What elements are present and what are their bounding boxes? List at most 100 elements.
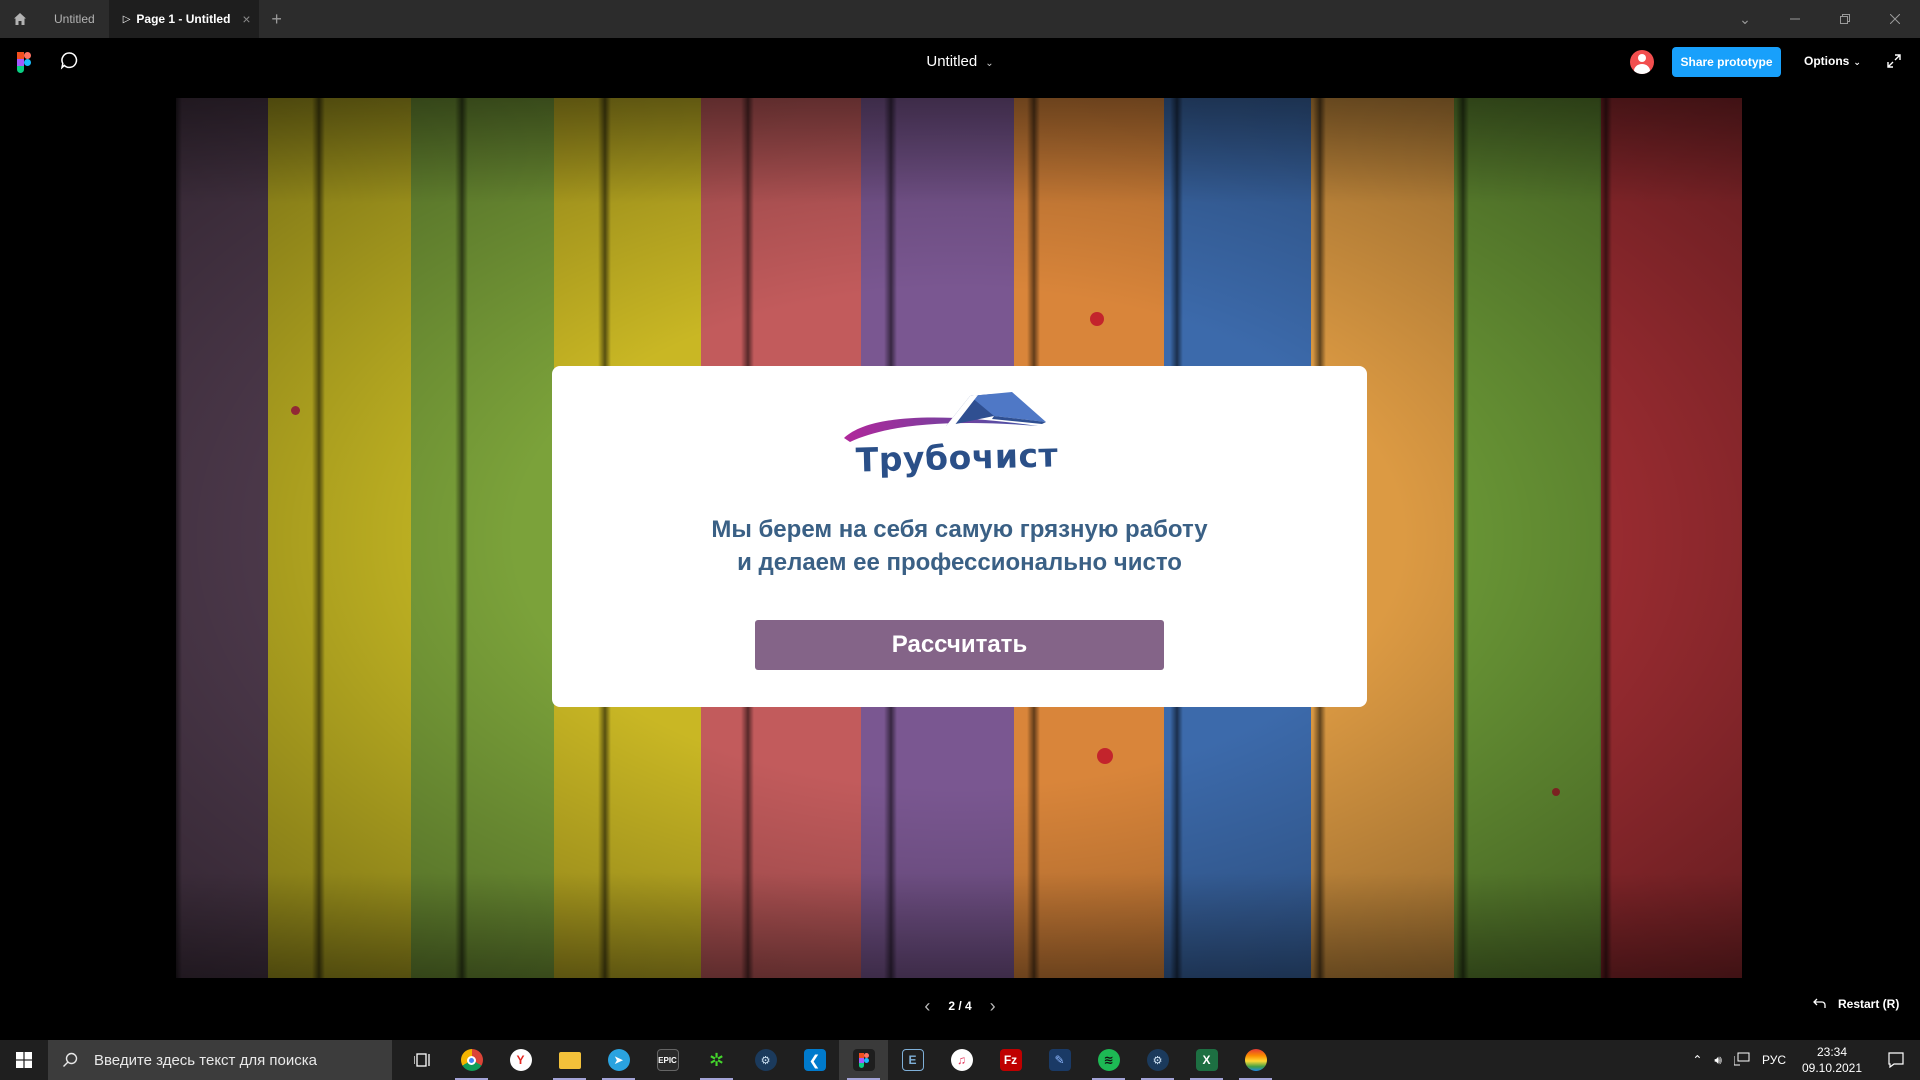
taskbar-yandex[interactable]: Y <box>496 1040 545 1080</box>
tagline: Мы берем на себя самую грязную работу и … <box>552 513 1367 579</box>
prototype-toolbar: Untitled ⌄ Share prototype Options ⌄ <box>0 38 1920 86</box>
task-view-button[interactable] <box>398 1040 447 1080</box>
close-window-button[interactable] <box>1870 0 1920 38</box>
minimize-button[interactable] <box>1770 0 1820 38</box>
home-button[interactable] <box>0 0 40 38</box>
minimize-icon <box>1790 18 1800 20</box>
taskbar-razer[interactable]: ✲ <box>692 1040 741 1080</box>
tabs-dropdown-icon[interactable]: ⌄ <box>1720 0 1770 38</box>
page-indicator: 2 / 4 <box>948 999 972 1013</box>
taskbar-spotify[interactable]: ≋ <box>1084 1040 1133 1080</box>
chrome-icon <box>460 1049 483 1071</box>
razer-icon: ✲ <box>708 1049 725 1070</box>
taskbar-steam[interactable]: ⚙ <box>741 1040 790 1080</box>
expand-icon <box>1887 54 1901 68</box>
filezilla-icon: Fz <box>999 1049 1022 1071</box>
search-placeholder: Введите здесь текст для поиска <box>94 1051 317 1069</box>
volume-icon[interactable]: 🔊︎ <box>1708 1053 1728 1068</box>
terminal-icon: E <box>901 1049 924 1071</box>
title-drag-area <box>295 0 1720 38</box>
pinned-apps: Y ➤ EPIC ✲ ⚙ ❮ E ♫ Fz ✎ ≋ ⚙ X <box>398 1040 1280 1080</box>
tab-label: Page 1 - Untitled <box>136 12 231 26</box>
clock-date: 09.10.2021 <box>1801 1061 1863 1075</box>
taskbar-color-app[interactable] <box>1231 1040 1280 1080</box>
options-menu-button[interactable]: Options ⌄ <box>1804 54 1861 68</box>
tab-page-1-untitled[interactable]: ▷ Page 1 - Untitled × <box>108 0 259 38</box>
steam-icon: ⚙ <box>754 1049 777 1071</box>
network-icon <box>1733 1052 1750 1065</box>
figma-logo-icon[interactable] <box>17 52 31 73</box>
taskbar-filezilla[interactable]: Fz <box>986 1040 1035 1080</box>
windows-taskbar: Введите здесь текст для поиска Y ➤ EPIC <box>0 1040 1920 1080</box>
home-icon <box>14 13 26 25</box>
chevron-down-icon: ⌄ <box>985 58 994 69</box>
epic-games-icon: EPIC <box>656 1049 679 1071</box>
excel-icon: X <box>1195 1049 1218 1071</box>
taskbar-itunes[interactable]: ♫ <box>937 1040 986 1080</box>
restart-button[interactable]: Restart (R) <box>1812 997 1899 1011</box>
taskbar-excel[interactable]: X <box>1182 1040 1231 1080</box>
start-button[interactable] <box>0 1040 48 1080</box>
taskbar-chrome[interactable] <box>447 1040 496 1080</box>
vscode-icon: ❮ <box>803 1049 826 1071</box>
close-icon <box>1890 14 1900 24</box>
search-icon <box>63 1052 78 1067</box>
spotify-icon: ≋ <box>1097 1049 1120 1071</box>
restore-button[interactable] <box>1820 0 1870 38</box>
taskbar-steam-2[interactable]: ⚙ <box>1133 1040 1182 1080</box>
fullscreen-button[interactable] <box>1886 53 1902 74</box>
new-tab-button[interactable]: + <box>259 0 295 38</box>
taskbar-telegram[interactable]: ➤ <box>594 1040 643 1080</box>
folder-icon <box>558 1051 581 1069</box>
language-indicator[interactable]: РУС <box>1756 1053 1792 1067</box>
clock[interactable]: 23:34 09.10.2021 <box>1792 1044 1872 1076</box>
tagline-line-1: Мы берем на себя самую грязную работу <box>711 516 1208 543</box>
tab-untitled[interactable]: Untitled <box>40 0 109 38</box>
hero-card: Трубочист Мы берем на себя самую грязную… <box>552 366 1367 707</box>
network-icon[interactable] <box>1728 1052 1756 1069</box>
taskbar-photo-app[interactable]: ✎ <box>1035 1040 1084 1080</box>
taskbar-vscode[interactable]: ❮ <box>790 1040 839 1080</box>
company-logo: Трубочист <box>842 386 1072 484</box>
comment-icon <box>60 52 78 70</box>
taskbar-epic-games[interactable]: EPIC <box>643 1040 692 1080</box>
restore-icon <box>1840 14 1850 24</box>
task-view-icon <box>413 1053 430 1067</box>
close-tab-icon[interactable]: × <box>242 11 250 27</box>
title-bar: Untitled ▷ Page 1 - Untitled × + ⌄ <box>0 0 1920 38</box>
telegram-icon: ➤ <box>607 1049 630 1071</box>
file-title-menu[interactable]: Untitled ⌄ <box>926 53 993 70</box>
taskbar-figma[interactable] <box>839 1040 888 1080</box>
restart-label: Restart (R) <box>1838 997 1900 1011</box>
file-title-label: Untitled <box>926 53 978 70</box>
notification-center-button[interactable] <box>1872 1052 1920 1068</box>
tab-label: Untitled <box>54 12 95 26</box>
yandex-browser-icon: Y <box>509 1049 532 1071</box>
calculate-button[interactable]: Рассчитать <box>755 620 1164 670</box>
prototype-frame: Трубочист Мы берем на себя самую грязную… <box>176 98 1742 978</box>
system-tray: ⌃ 🔊︎ РУС 23:34 09.10.2021 <box>1686 1040 1920 1080</box>
color-app-icon <box>1244 1049 1267 1071</box>
options-label: Options <box>1804 54 1850 68</box>
taskbar-search[interactable]: Введите здесь текст для поиска <box>48 1040 392 1080</box>
chevron-up-icon[interactable]: ⌃ <box>1686 1053 1708 1067</box>
comment-button[interactable] <box>60 51 79 75</box>
previous-page-icon[interactable]: ‹ <box>924 996 930 1017</box>
windows-icon <box>16 1052 32 1068</box>
taskbar-file-explorer[interactable] <box>545 1040 594 1080</box>
play-icon: ▷ <box>122 13 131 25</box>
clock-time: 23:34 <box>1816 1045 1848 1059</box>
screen: Untitled ▷ Page 1 - Untitled × + ⌄ Untit… <box>0 0 1920 1080</box>
avatar[interactable] <box>1630 50 1654 74</box>
steam-icon: ⚙ <box>1146 1049 1169 1071</box>
share-prototype-button[interactable]: Share prototype <box>1672 47 1781 77</box>
tagline-line-2: и делаем ее профессионально чисто <box>737 549 1182 576</box>
chevron-down-icon: ⌄ <box>1853 57 1861 67</box>
page-navigation: ‹ 2 / 4 › <box>0 991 1920 1021</box>
photo-app-icon: ✎ <box>1048 1049 1071 1071</box>
notification-icon <box>1888 1052 1904 1068</box>
next-page-icon[interactable]: › <box>990 996 996 1017</box>
taskbar-terminal[interactable]: E <box>888 1040 937 1080</box>
logo-text: Трубочист <box>855 435 1059 480</box>
music-icon: ♫ <box>950 1049 973 1071</box>
